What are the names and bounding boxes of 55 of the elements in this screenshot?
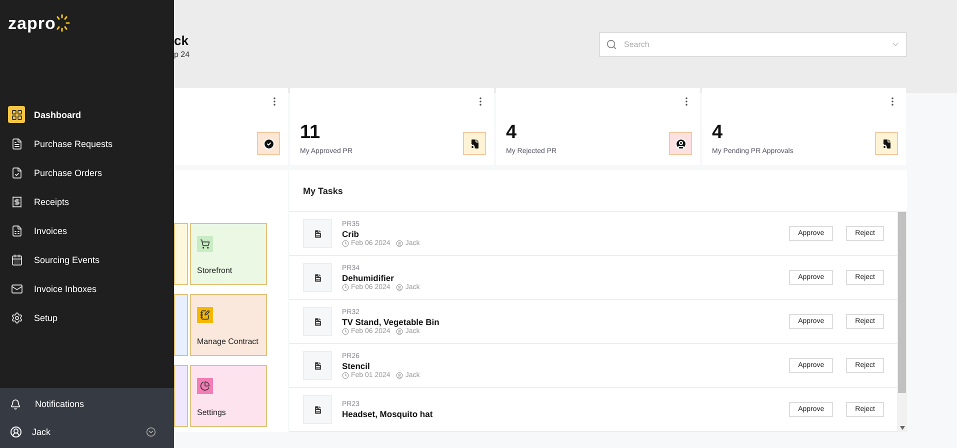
search-field[interactable]: Search [622,39,886,50]
nav-item[interactable]: Invoices [0,216,174,245]
nav-item[interactable]: Dashboard [0,100,174,129]
document-icon [303,219,332,248]
nav-item[interactable]: Receipts [0,187,174,216]
nav-item[interactable]: Purchase Requests [0,129,174,158]
task-name: Crib [342,228,360,238]
document-icon [303,395,332,424]
quick-link-label: Storefront [197,266,234,275]
task-name: Dehumidifier [342,272,395,282]
grid-icon [8,106,25,123]
bell-icon [10,398,21,410]
quick-link-card[interactable]: Storefront [190,223,267,285]
stat-value: 11 [300,122,322,144]
chevron-down-icon [146,427,156,437]
quick-link-card[interactable]: Settings [190,365,267,427]
document-icon [303,351,332,380]
quick-link-card[interactable]: Manage Contract [190,294,267,356]
document-icon [303,263,332,292]
quick-link-label: Settings [197,408,227,417]
page-title: ck [174,33,190,48]
pie-chart-icon [197,378,213,394]
user-icon [10,426,22,438]
tasks-title: My Tasks [303,186,343,196]
user-item[interactable]: Jack [0,418,174,446]
stat-value: 4 [506,122,518,144]
scrollbar[interactable] [897,212,907,432]
scroll-down-icon[interactable] [900,426,904,430]
nav-item[interactable]: Invoice Inboxes [0,274,174,303]
clock-icon [342,240,349,246]
page-subtitle: p 24 [174,50,190,59]
search-icon [606,39,617,50]
search-field[interactable]: Search [599,32,907,57]
task-name: TV Stand, Vegetable Bin [342,316,440,326]
logo-sun-icon [56,14,70,32]
user-icon [396,372,404,378]
nav-item[interactable]: Purchase Orders [0,158,174,187]
clock-icon [342,328,349,334]
user-icon [396,284,404,290]
clock-icon [342,372,349,378]
clock-icon [342,284,349,290]
nav-item[interactable]: Setup [0,303,174,332]
cart-icon [197,236,213,252]
chevron-down-icon [891,40,900,49]
notebook-icon [197,307,213,323]
nav-item[interactable]: Sourcing Events [0,245,174,274]
document-icon [303,307,332,336]
user-icon [396,240,404,246]
quick-link-label: Manage Contract [197,337,260,346]
task-name: Stencil [342,360,371,370]
logo-text: zapro [8,14,56,34]
notifications-item[interactable]: Notifications [0,390,174,418]
stat-value: 4 [712,122,724,144]
user-icon [396,328,404,334]
task-name: Headset, Mosquito hat [342,408,434,418]
